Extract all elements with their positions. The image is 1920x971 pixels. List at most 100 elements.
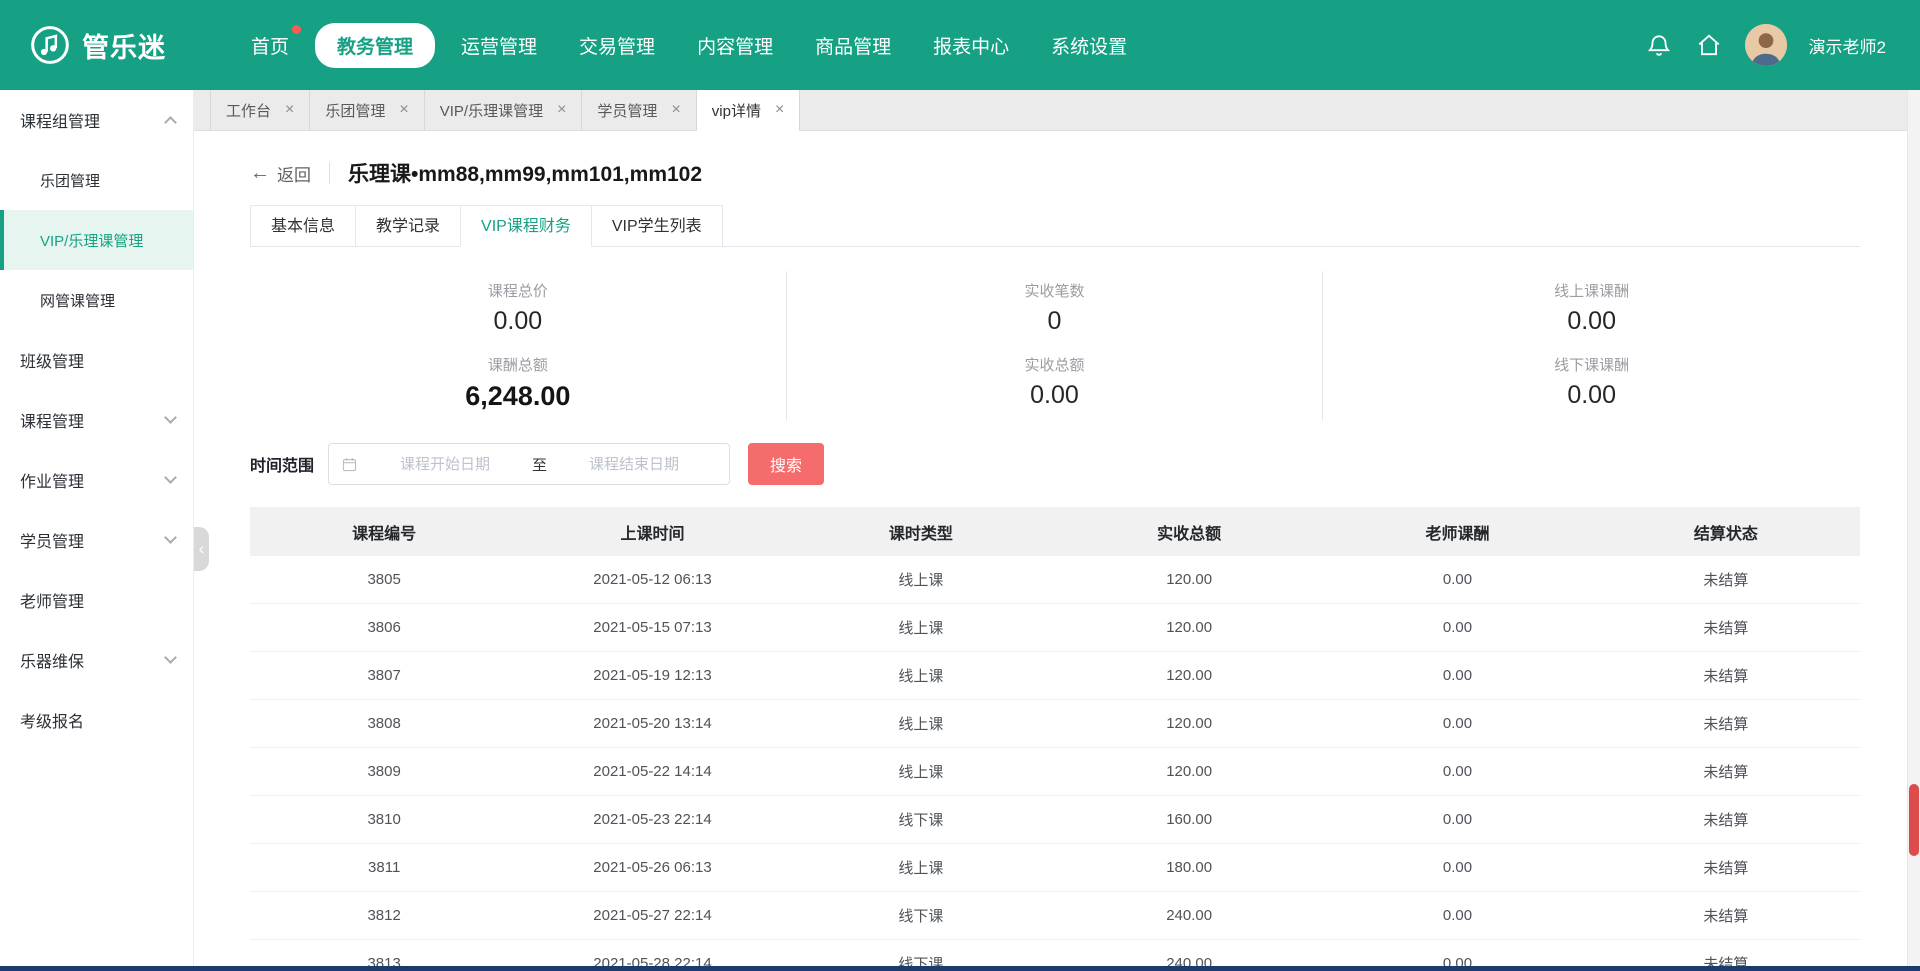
sidebar: 课程组管理 乐团管理 VIP/乐理课管理 网管课管理 班级管理 课程管理 作业管… [0, 90, 194, 966]
table-row: 3811 2021-05-26 06:13 线上课 180.00 0.00 未结… [250, 844, 1860, 892]
sidebar-item-exam-registration[interactable]: 考级报名 [0, 690, 193, 750]
stat-label: 实收笔数 [787, 280, 1323, 301]
stat-value: 0.00 [250, 307, 786, 336]
header-cell-teacher-pay: 老师课酬 [1323, 520, 1591, 544]
sidebar-item-net-course[interactable]: 网管课管理 [0, 270, 193, 330]
brand-name: 管乐迷 [82, 26, 166, 65]
stat-received-count: 实收笔数 0 [787, 271, 1324, 345]
main-content: ← 返回 乐理课•mm88,mm99,mm101,mm102 基本信息 教学记录… [194, 131, 1920, 966]
sidebar-item-course-groups[interactable]: 课程组管理 [0, 90, 193, 150]
sidebar-item-classes[interactable]: 班级管理 [0, 330, 193, 390]
header-cell-received-total: 实收总额 [1055, 520, 1323, 544]
tab-vip-detail[interactable]: vip详情 × [697, 90, 801, 130]
table-row: 3807 2021-05-19 12:13 线上课 120.00 0.00 未结… [250, 652, 1860, 700]
back-button[interactable]: ← 返回 [250, 161, 311, 186]
sidebar-item-homework[interactable]: 作业管理 [0, 450, 193, 510]
stat-value: 0.00 [1323, 381, 1860, 410]
header-cell-settle-status: 结算状态 [1592, 520, 1860, 544]
stat-pay-total: 课酬总额 6,248.00 [250, 345, 787, 421]
start-date-input[interactable] [362, 456, 528, 473]
chevron-down-icon [164, 471, 177, 484]
detail-tab-vip-students[interactable]: VIP学生列表 [591, 205, 723, 247]
filter-row: 时间范围 至 搜索 [250, 443, 1860, 485]
detail-tab-teaching-records[interactable]: 教学记录 [355, 205, 461, 247]
tab-vip-theory[interactable]: VIP/乐理课管理 × [425, 90, 583, 130]
stat-label: 课程总价 [250, 280, 786, 301]
nav-item-content[interactable]: 内容管理 [681, 23, 789, 68]
nav-item-reports[interactable]: 报表中心 [917, 23, 1025, 68]
table-row: 3813 2021-05-28 22:14 线下课 240.00 0.00 未结… [250, 940, 1860, 966]
detail-tab-vip-finance[interactable]: VIP课程财务 [460, 205, 592, 247]
table-row: 3808 2021-05-20 13:14 线上课 120.00 0.00 未结… [250, 700, 1860, 748]
top-navbar: 管乐迷 首页 教务管理 运营管理 交易管理 内容管理 商品管理 报表中心 系统设… [0, 0, 1920, 90]
stat-offline-pay: 线下课课酬 0.00 [1323, 345, 1860, 421]
detail-tabs: 基本信息 教学记录 VIP课程财务 VIP学生列表 [250, 205, 1860, 247]
nav-item-settings[interactable]: 系统设置 [1035, 23, 1143, 68]
table-row: 3809 2021-05-22 14:14 线上课 120.00 0.00 未结… [250, 748, 1860, 796]
stat-label: 线下课课酬 [1323, 354, 1860, 375]
sidebar-item-teachers[interactable]: 老师管理 [0, 570, 193, 630]
stat-course-total-price: 课程总价 0.00 [250, 271, 787, 345]
table-row: 3812 2021-05-27 22:14 线下课 240.00 0.00 未结… [250, 892, 1860, 940]
table-header: 课程编号 上课时间 课时类型 实收总额 老师课酬 结算状态 [250, 507, 1860, 556]
nav-item-transactions[interactable]: 交易管理 [563, 23, 671, 68]
sidebar-item-courses[interactable]: 课程管理 [0, 390, 193, 450]
user-avatar[interactable] [1745, 24, 1787, 66]
table-row: 3805 2021-05-12 06:13 线上课 120.00 0.00 未结… [250, 556, 1860, 604]
nav-item-operations[interactable]: 运营管理 [445, 23, 553, 68]
close-icon[interactable]: × [671, 102, 680, 118]
header-cell-lesson-type: 课时类型 [787, 520, 1055, 544]
date-separator: 至 [528, 454, 551, 475]
chevron-down-icon [164, 651, 177, 664]
scrollbar-thumb[interactable] [1909, 784, 1919, 856]
title-divider [329, 162, 330, 184]
tab-students[interactable]: 学员管理 × [582, 90, 696, 130]
nav-item-products[interactable]: 商品管理 [799, 23, 907, 68]
chevron-left-icon: ‹ [199, 539, 205, 559]
title-row: ← 返回 乐理课•mm88,mm99,mm101,mm102 [250, 159, 1860, 187]
bell-icon[interactable] [1645, 31, 1673, 59]
sidebar-item-instrument-maintenance[interactable]: 乐器维保 [0, 630, 193, 690]
tab-orchestra[interactable]: 乐团管理 × [310, 90, 424, 130]
sidebar-item-orchestra[interactable]: 乐团管理 [0, 150, 193, 210]
sidebar-collapse-handle[interactable]: ‹ [194, 527, 209, 571]
open-tabs-bar: 工作台 × 乐团管理 × VIP/乐理课管理 × 学员管理 × vip详情 × [194, 90, 1920, 131]
chevron-up-icon [164, 116, 177, 129]
page-title: 乐理课•mm88,mm99,mm101,mm102 [348, 158, 702, 188]
back-arrow-icon: ← [250, 163, 270, 183]
date-range-picker[interactable]: 至 [328, 443, 730, 485]
table-row: 3806 2021-05-15 07:13 线上课 120.00 0.00 未结… [250, 604, 1860, 652]
sidebar-item-students[interactable]: 学员管理 [0, 510, 193, 570]
stat-received-total: 实收总额 0.00 [787, 345, 1324, 421]
header-cell-class-time: 上课时间 [518, 520, 786, 544]
close-icon[interactable]: × [775, 102, 784, 118]
user-name[interactable]: 演示老师2 [1809, 33, 1886, 58]
calendar-icon [341, 456, 358, 473]
chevron-down-icon [164, 411, 177, 424]
nav-item-academic[interactable]: 教务管理 [315, 23, 435, 68]
header-cell-course-id: 课程编号 [250, 520, 518, 544]
stat-value: 0.00 [1323, 307, 1860, 336]
filter-label: 时间范围 [250, 452, 314, 476]
taskbar-edge-strip [0, 966, 1920, 971]
table-row: 3810 2021-05-23 22:14 线下课 160.00 0.00 未结… [250, 796, 1860, 844]
home-icon[interactable] [1695, 31, 1723, 59]
end-date-input[interactable] [551, 456, 717, 473]
course-table: 课程编号 上课时间 课时类型 实收总额 老师课酬 结算状态 3805 2021-… [250, 507, 1860, 966]
stat-value: 6,248.00 [250, 381, 786, 412]
brand-logo[interactable]: 管乐迷 [0, 25, 235, 65]
navbar-right: 演示老师2 [1645, 24, 1920, 66]
stat-online-pay: 线上课课酬 0.00 [1323, 271, 1860, 345]
notification-dot [292, 25, 301, 34]
tab-workbench[interactable]: 工作台 × [210, 90, 310, 130]
close-icon[interactable]: × [285, 102, 294, 118]
stat-label: 线上课课酬 [1323, 280, 1860, 301]
brand-logo-icon [30, 25, 70, 65]
nav-item-home[interactable]: 首页 [235, 23, 305, 68]
close-icon[interactable]: × [399, 102, 408, 118]
detail-tab-basic-info[interactable]: 基本信息 [250, 205, 356, 247]
sidebar-item-vip-theory[interactable]: VIP/乐理课管理 [0, 210, 193, 270]
stat-value: 0 [787, 307, 1323, 336]
search-button[interactable]: 搜索 [748, 443, 824, 485]
close-icon[interactable]: × [557, 102, 566, 118]
